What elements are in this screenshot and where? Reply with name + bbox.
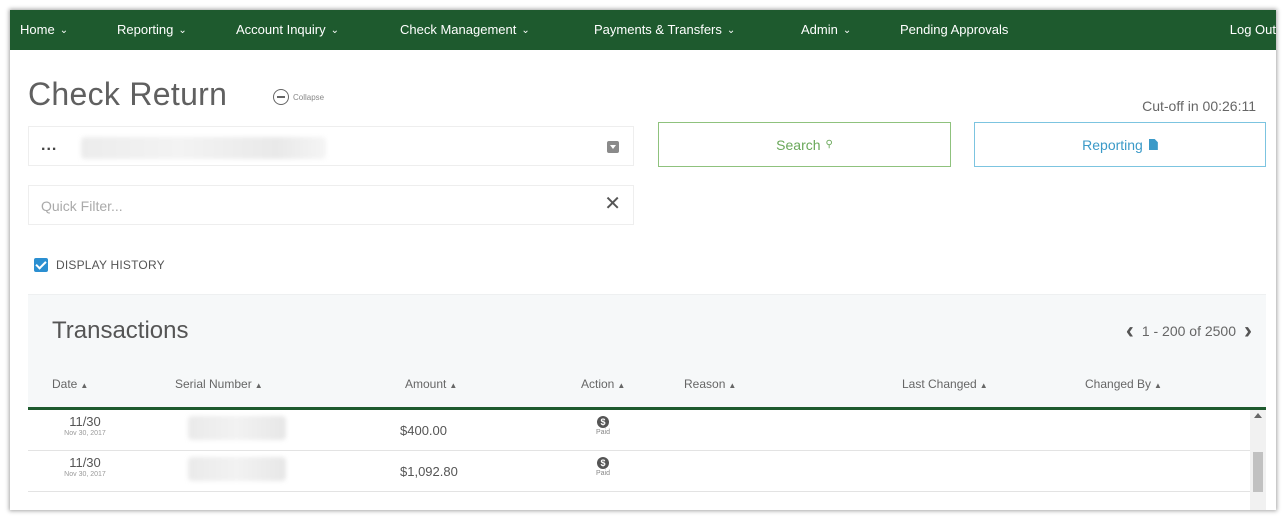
nav-item-pending-approvals[interactable]: Pending Approvals [900, 10, 1008, 50]
sort-icon: ▲︎ [254, 381, 263, 390]
nav-item-label: Home [20, 22, 55, 37]
nav-item-label: Account Inquiry [236, 22, 326, 37]
date-full: Nov 30, 2017 [64, 430, 106, 437]
date-short: 11/30 [69, 414, 101, 429]
column-header-label: Changed By [1085, 377, 1152, 391]
chevron-down-icon: ⌄ [59, 25, 69, 36]
reporting-button[interactable]: Reporting [974, 122, 1266, 167]
column-header-label: Serial Number [175, 377, 252, 391]
chevron-down-icon: ⌄ [178, 25, 187, 36]
table-row[interactable]: 11/30 Nov 30, 2017 $400.00 $ Paid [28, 410, 1250, 451]
nav-item-home[interactable]: Home ⌄ [20, 10, 68, 50]
cutoff-timer: Cut-off in 00:26:11 [1142, 98, 1256, 114]
scrollbar-thumb[interactable] [1253, 452, 1263, 492]
column-header-changed-by[interactable]: Changed By ▲︎ [1085, 377, 1162, 391]
nav-item-admin[interactable]: Admin ⌄ [801, 10, 851, 50]
account-select[interactable]: ... [28, 126, 634, 166]
display-history-toggle[interactable]: DISPLAY HISTORY [34, 258, 165, 272]
action-label: Paid [595, 429, 610, 436]
reporting-button-label: Reporting [1082, 136, 1143, 153]
date-cell: 11/30 Nov 30, 2017 [50, 415, 120, 438]
nav-item-label: Check Management [400, 22, 517, 37]
sort-icon: ▲︎ [979, 381, 988, 390]
search-icon: ⚲ [825, 139, 833, 150]
search-button-label: Search [776, 136, 821, 153]
chevron-right-icon[interactable]: › [1244, 319, 1252, 343]
chevron-down-icon: ⌄ [842, 25, 852, 36]
nav-item-label: Pending Approvals [900, 22, 1009, 37]
document-icon [1148, 139, 1158, 150]
column-header-action[interactable]: Action ▲︎ [581, 377, 625, 391]
pagination-range: 1 - 200 of 2500 [1141, 323, 1236, 339]
nav-item-account-inquiry[interactable]: Account Inquiry ⌄ [236, 10, 339, 50]
chevron-left-icon[interactable]: ‹ [1126, 319, 1134, 343]
table-body: 11/30 Nov 30, 2017 $400.00 $ Paid 11/30 … [28, 410, 1250, 510]
display-history-label: DISPLAY HISTORY [56, 258, 165, 272]
date-full: Nov 30, 2017 [64, 471, 106, 478]
dropdown-arrow-icon[interactable] [607, 141, 619, 153]
sort-icon: ▲︎ [449, 381, 458, 390]
amount-cell: $400.00 [400, 423, 447, 438]
amount-cell: $1,092.80 [400, 464, 458, 479]
action-cell[interactable]: $ Paid [588, 416, 618, 436]
search-button[interactable]: Search ⚲ [658, 122, 951, 167]
nav-item-label: Admin [801, 22, 838, 37]
nav-item-label: Payments & Transfers [594, 22, 722, 37]
sort-icon: ▲︎ [80, 381, 89, 390]
sort-icon: ▲︎ [617, 381, 626, 390]
date-short: 11/30 [69, 455, 101, 470]
column-header-reason[interactable]: Reason ▲︎ [684, 377, 736, 391]
scroll-up-arrow-icon[interactable] [1254, 413, 1262, 418]
table-row[interactable]: 11/30 Nov 30, 2017 $1,092.80 $ Paid [28, 451, 1250, 492]
minus-circle-icon [273, 89, 289, 105]
column-header-label: Action [581, 377, 615, 391]
collapse-toggle[interactable]: Collapse [273, 87, 324, 107]
action-cell[interactable]: $ Paid [588, 457, 618, 477]
column-header-label: Reason [684, 377, 726, 391]
app-window: Home ⌄ Reporting ⌄ Account Inquiry ⌄ Check … [10, 10, 1276, 510]
nav-item-label: Reporting [117, 22, 174, 37]
column-header-label: Amount [405, 377, 447, 391]
table-scrollbar[interactable] [1250, 410, 1266, 510]
serial-number-redacted [188, 416, 286, 440]
column-header-label: Last Changed [902, 377, 977, 391]
column-header-amount[interactable]: Amount ▲︎ [405, 377, 457, 391]
display-history-checkbox[interactable] [34, 258, 48, 272]
account-redacted [81, 137, 326, 159]
chevron-down-icon: ⌄ [726, 25, 736, 36]
close-icon[interactable]: ✕ [604, 194, 621, 214]
column-header-label: Date [52, 377, 78, 391]
sort-icon: ▲︎ [728, 381, 737, 390]
column-header-last-changed[interactable]: Last Changed ▲︎ [902, 377, 988, 391]
pagination: ‹ 1 - 200 of 2500 › [1126, 319, 1252, 343]
quick-filter-field: ✕ [28, 185, 634, 226]
transactions-panel: Transactions ‹ 1 - 200 of 2500 › Date ▲︎ … [28, 294, 1266, 510]
page-title: Check Return [28, 76, 228, 112]
nav-item-payments-transfers[interactable]: Payments & Transfers ⌄ [594, 10, 735, 50]
quick-filter-input[interactable] [29, 186, 603, 226]
chevron-down-icon: ⌄ [521, 25, 530, 36]
logout-link[interactable]: Log Out [1230, 10, 1276, 50]
collapse-label: Collapse [293, 92, 325, 102]
top-nav-bar: Home ⌄ Reporting ⌄ Account Inquiry ⌄ Check … [10, 10, 1276, 50]
action-label: Paid [595, 470, 610, 477]
date-cell: 11/30 Nov 30, 2017 [50, 456, 120, 479]
transactions-title: Transactions [52, 317, 189, 344]
nav-item-reporting[interactable]: Reporting ⌄ [117, 10, 187, 50]
nav-item-check-management[interactable]: Check Management ⌄ [400, 10, 530, 50]
dollar-icon: $ [597, 457, 609, 469]
column-header-date[interactable]: Date ▲︎ [52, 377, 88, 391]
column-header-serial-number[interactable]: Serial Number ▲︎ [175, 377, 263, 391]
chevron-down-icon: ⌄ [330, 25, 339, 36]
serial-number-redacted [188, 457, 286, 481]
dollar-icon: $ [597, 416, 609, 428]
account-prefix: ... [41, 137, 58, 154]
sort-icon: ▲︎ [1154, 381, 1162, 390]
